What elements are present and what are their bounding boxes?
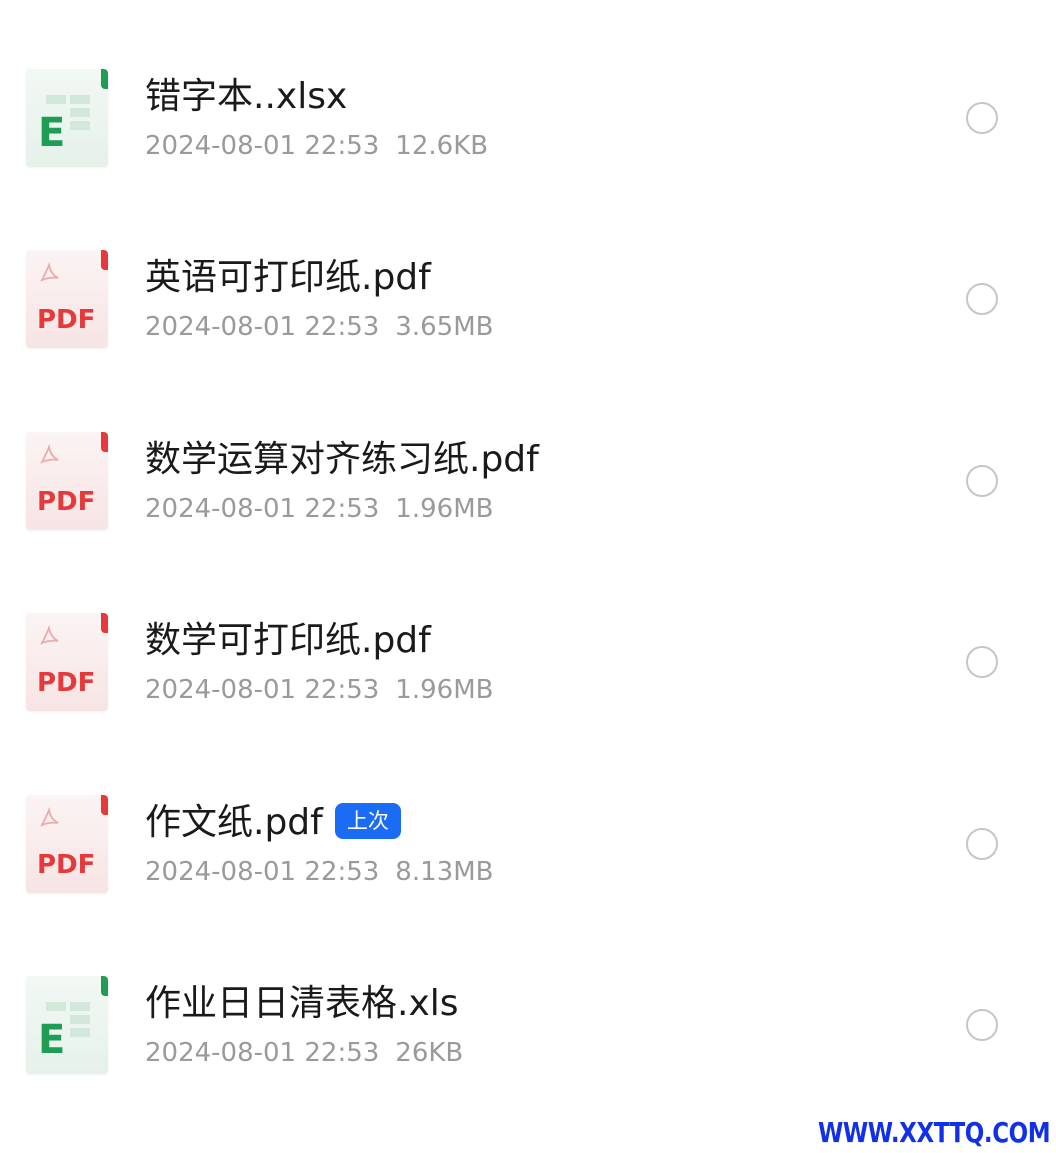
pdf-file-icon: PDF <box>26 250 108 348</box>
select-radio[interactable] <box>966 646 998 678</box>
select-radio[interactable] <box>966 465 998 497</box>
file-size: 8.13MB <box>395 857 494 887</box>
file-date: 2024-08-01 22:53 <box>145 675 380 705</box>
file-name: 作业日日清表格.xls <box>145 983 459 1024</box>
select-radio[interactable] <box>966 1009 998 1041</box>
file-meta: 2024-08-01 22:53 12.6KB <box>145 130 488 162</box>
select-radio[interactable] <box>966 283 998 315</box>
excel-file-icon: E <box>26 976 108 1074</box>
last-opened-badge: 上次 <box>334 803 401 839</box>
file-name: 英语可打印纸.pdf <box>145 257 431 298</box>
file-row[interactable]: E 作业日日清表格.xls 2024-08-01 22:53 26KB <box>0 955 1056 1095</box>
watermark: WWW.XXTTQ.COM <box>817 1116 1051 1149</box>
file-row[interactable]: PDF 作文纸.pdf 上次 2024-08-01 22:53 8.13MB <box>0 774 1056 914</box>
pdf-file-icon: PDF <box>26 613 108 711</box>
file-meta: 2024-08-01 22:53 1.96MB <box>145 493 493 525</box>
file-row[interactable]: E 错字本..xlsx 2024-08-01 22:53 12.6KB <box>0 48 1056 188</box>
file-size: 1.96MB <box>395 494 494 524</box>
file-name: 错字本..xlsx <box>145 76 348 117</box>
file-row[interactable]: PDF 数学可打印纸.pdf 2024-08-01 22:53 1.96MB <box>0 592 1056 732</box>
file-meta: 2024-08-01 22:53 8.13MB <box>145 856 493 888</box>
pdf-file-icon: PDF <box>26 795 108 893</box>
file-size: 26KB <box>395 1038 464 1068</box>
file-meta: 2024-08-01 22:53 26KB <box>145 1037 463 1069</box>
file-size: 12.6KB <box>395 131 489 161</box>
file-date: 2024-08-01 22:53 <box>145 494 380 524</box>
file-name: 数学运算对齐练习纸.pdf <box>145 439 539 480</box>
file-size: 3.65MB <box>395 312 494 342</box>
file-date: 2024-08-01 22:53 <box>145 1038 380 1068</box>
select-radio[interactable] <box>966 102 998 134</box>
file-row[interactable]: PDF 英语可打印纸.pdf 2024-08-01 22:53 3.65MB <box>0 229 1056 369</box>
file-date: 2024-08-01 22:53 <box>145 131 380 161</box>
file-list: E 错字本..xlsx 2024-08-01 22:53 12.6KB PDF 英… <box>0 0 1056 1153</box>
file-meta: 2024-08-01 22:53 1.96MB <box>145 674 493 706</box>
file-row[interactable]: PDF 数学运算对齐练习纸.pdf 2024-08-01 22:53 1.96MB <box>0 411 1056 551</box>
excel-file-icon: E <box>26 69 108 167</box>
pdf-file-icon: PDF <box>26 432 108 530</box>
file-date: 2024-08-01 22:53 <box>145 312 380 342</box>
file-meta: 2024-08-01 22:53 3.65MB <box>145 311 493 343</box>
file-name: 数学可打印纸.pdf <box>145 620 431 661</box>
file-date: 2024-08-01 22:53 <box>145 857 380 887</box>
file-name: 作文纸.pdf 上次 <box>145 801 401 845</box>
file-size: 1.96MB <box>395 675 494 705</box>
select-radio[interactable] <box>966 828 998 860</box>
